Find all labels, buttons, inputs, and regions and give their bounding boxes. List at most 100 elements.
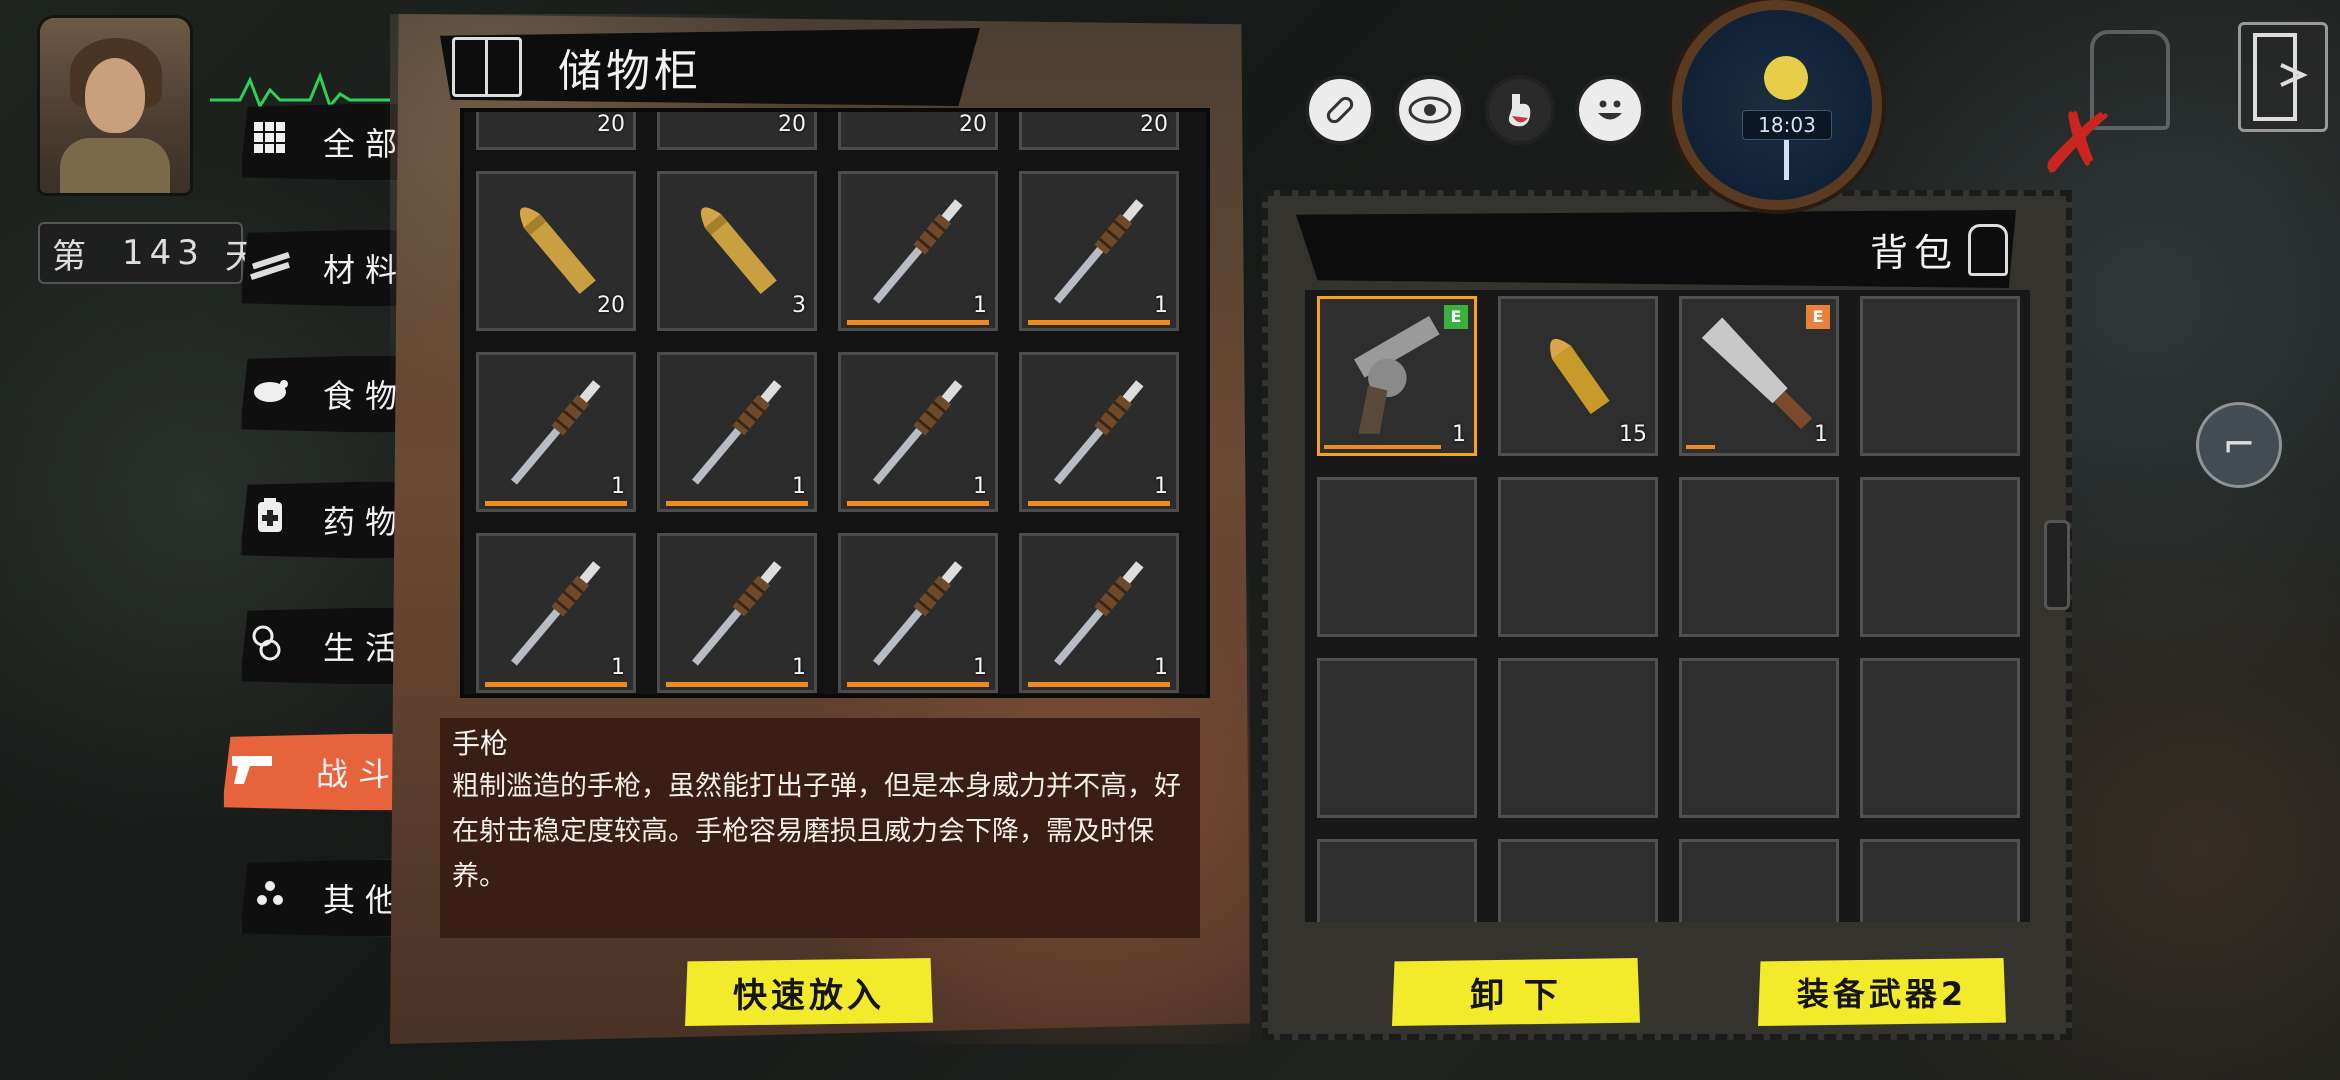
backpack-slot-empty[interactable] — [1317, 477, 1477, 637]
spear-icon — [841, 536, 995, 690]
storage-slot[interactable]: 1 — [838, 171, 998, 331]
storage-slot[interactable]: 1 — [1019, 533, 1179, 693]
durability-bar — [1686, 445, 1716, 449]
spear-icon — [479, 355, 633, 509]
item-name: 手枪 — [452, 727, 509, 760]
spear-icon — [660, 536, 814, 690]
backpack-title: 背包 — [1870, 231, 1959, 275]
item-quantity: 1 — [611, 655, 625, 680]
pill-icon[interactable] — [1305, 75, 1375, 145]
zipper-handle-icon[interactable] — [2044, 520, 2070, 610]
durability-bar — [847, 682, 989, 687]
rifle-bullet-icon — [660, 174, 814, 328]
storage-slot[interactable]: 20 — [476, 171, 636, 331]
medicine-icon — [240, 496, 300, 545]
backpack-slot-empty[interactable] — [1498, 477, 1658, 637]
stomach-icon[interactable] — [1485, 75, 1555, 145]
durability-bar — [1028, 320, 1170, 325]
item-quantity: 1 — [1154, 474, 1168, 499]
storage-title: 储物柜 — [558, 46, 702, 97]
backpack-slot-empty[interactable] — [1679, 477, 1839, 637]
durability-bar — [847, 320, 989, 325]
smile-icon[interactable] — [1575, 75, 1645, 145]
storage-slot[interactable]: 1 — [476, 533, 636, 693]
spear-icon — [1022, 355, 1176, 509]
cabinet-icon — [452, 37, 522, 97]
storage-slot[interactable]: 1 — [838, 352, 998, 512]
storage-slot[interactable]: 1 — [476, 352, 636, 512]
storage-grid[interactable]: 20 20 20 20 20 3 1 1 1 1 1 1 1 1 1 1 — [460, 108, 1210, 698]
clock-time: 18:03 — [1742, 110, 1832, 140]
storage-slot[interactable]: 20 — [476, 112, 636, 150]
storage-slot[interactable]: 20 — [657, 112, 817, 150]
day-prefix: 第 — [52, 236, 92, 277]
item-quantity: 20 — [959, 112, 987, 137]
item-quantity: 20 — [597, 112, 625, 137]
backpack-slot-empty[interactable] — [1860, 296, 2020, 456]
backpack-slot-empty[interactable] — [1317, 839, 1477, 922]
durability-bar — [666, 501, 808, 506]
pistol-icon — [222, 748, 282, 797]
backpack-slot-empty[interactable] — [1860, 658, 2020, 818]
spear-icon — [479, 536, 633, 690]
item-quantity: 1 — [1154, 293, 1168, 318]
sun-icon — [1764, 56, 1808, 100]
day-counter: 第 143 天 — [38, 222, 259, 284]
backpack-slot-empty[interactable] — [1679, 658, 1839, 818]
backpack-slot-empty[interactable] — [1860, 839, 2020, 922]
durability-bar — [485, 501, 627, 506]
equipped-badge: E — [1444, 305, 1468, 329]
faucet-icon[interactable]: ⌐ — [2196, 402, 2282, 488]
backpack-slot[interactable]: E1 — [1679, 296, 1839, 456]
equipped-badge: E — [1806, 305, 1830, 329]
backpack-slot-empty[interactable] — [1498, 839, 1658, 922]
storage-slot[interactable]: 1 — [657, 533, 817, 693]
planks-icon — [240, 246, 300, 291]
storage-slot[interactable]: 20 — [838, 112, 998, 150]
close-icon[interactable]: ✗ — [2033, 87, 2122, 201]
unload-button[interactable]: 卸 下 — [1392, 958, 1640, 1026]
item-quantity: 1 — [1154, 655, 1168, 680]
item-description-text: 粗制滥造的手枪，虽然能打出子弹，但是本身威力并不高，好在射击稳定度较高。手枪容易… — [452, 771, 1181, 892]
storage-slot[interactable]: 1 — [838, 533, 998, 693]
durability-bar — [485, 682, 627, 687]
storage-slot[interactable]: 1 — [1019, 171, 1179, 331]
durability-bar — [1028, 682, 1170, 687]
item-quantity: 3 — [792, 293, 806, 318]
item-quantity: 1 — [1452, 422, 1466, 447]
item-quantity: 1 — [611, 474, 625, 499]
backpack-slot[interactable]: 15 — [1498, 296, 1658, 456]
durability-bar — [1028, 501, 1170, 506]
player-avatar[interactable] — [40, 18, 190, 193]
item-description-panel: 手枪 粗制滥造的手枪，虽然能打出子弹，但是本身威力并不高，好在射击稳定度较高。手… — [440, 718, 1200, 938]
equip-weapon-2-button[interactable]: 装备武器2 — [1758, 958, 2006, 1026]
eye-icon[interactable] — [1395, 75, 1465, 145]
storage-slot[interactable]: 1 — [657, 352, 817, 512]
day-number: 143 — [122, 233, 205, 273]
storage-title-bar: 储物柜 — [440, 28, 980, 106]
durability-bar — [847, 501, 989, 506]
storage-slot[interactable]: 1 — [1019, 352, 1179, 512]
durability-bar — [666, 682, 808, 687]
storage-slot[interactable]: 20 — [1019, 112, 1179, 150]
backpack-slot-empty[interactable] — [1860, 477, 2020, 637]
item-quantity: 1 — [973, 655, 987, 680]
backpack-slot[interactable]: E1 — [1317, 296, 1477, 456]
chicken-icon — [240, 372, 300, 417]
spear-icon — [841, 174, 995, 328]
durability-bar — [1324, 445, 1441, 449]
quick-put-button[interactable]: 快速放入 — [685, 958, 933, 1026]
spear-icon — [841, 355, 995, 509]
backpack-slot-empty[interactable] — [1317, 658, 1477, 818]
backpack-slot-empty[interactable] — [1498, 658, 1658, 818]
backpack-slot-empty[interactable] — [1679, 839, 1839, 922]
item-quantity: 1 — [973, 474, 987, 499]
dots-icon — [240, 876, 300, 921]
item-quantity: 20 — [597, 293, 625, 318]
spear-icon — [660, 355, 814, 509]
exit-door-icon[interactable] — [2238, 22, 2328, 132]
item-quantity: 1 — [792, 474, 806, 499]
backpack-grid[interactable]: E 1 15 E 1 — [1305, 290, 2030, 922]
item-quantity: 1 — [973, 293, 987, 318]
storage-slot[interactable]: 3 — [657, 171, 817, 331]
